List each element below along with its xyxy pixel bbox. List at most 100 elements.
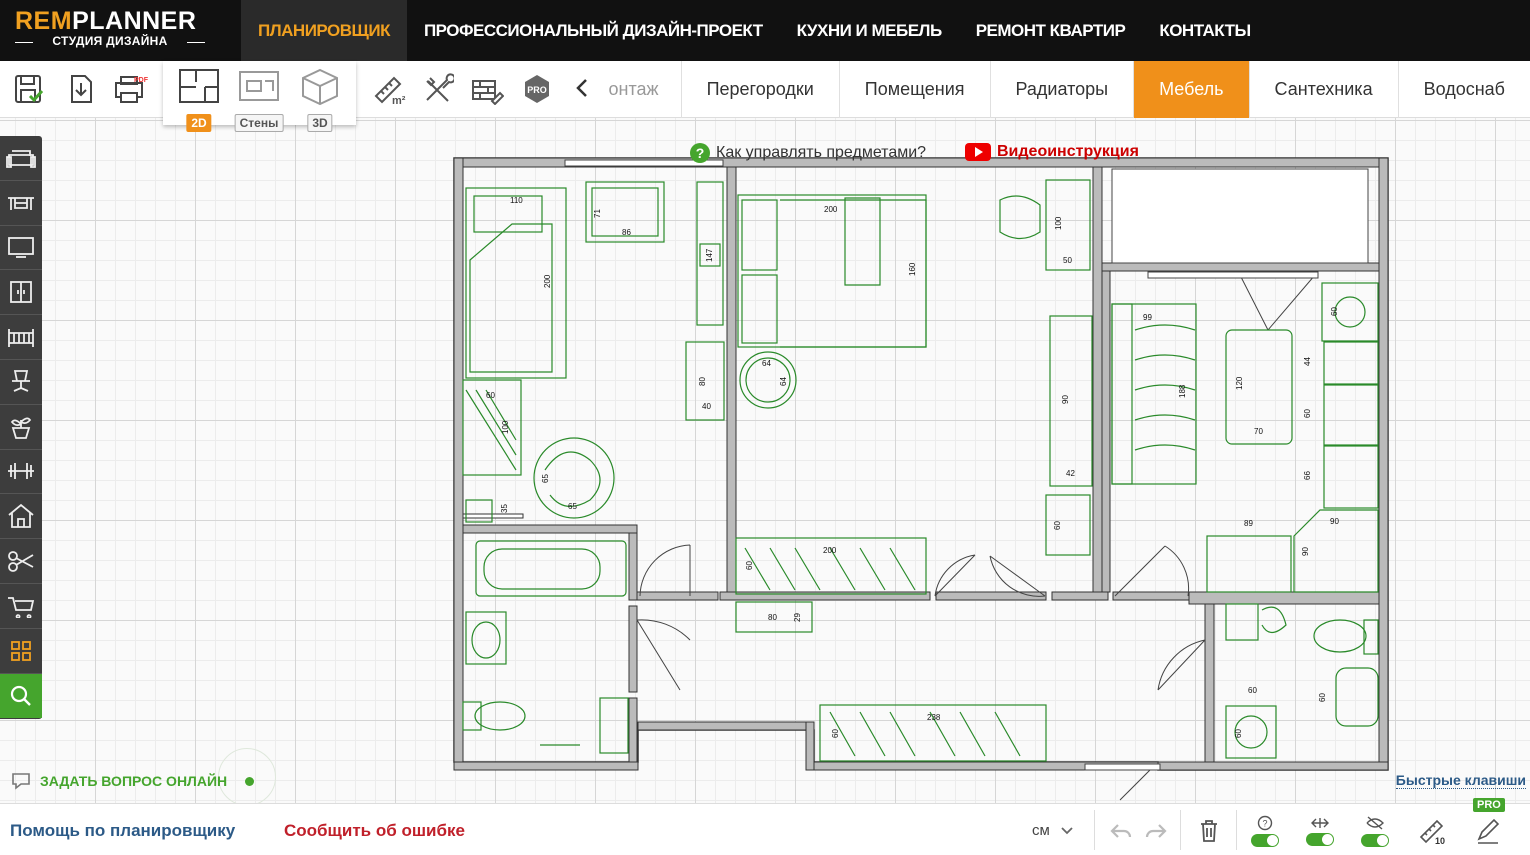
- sidebar-item-shop[interactable]: [0, 584, 42, 629]
- walls-icon: [239, 71, 279, 101]
- dim-label: 60: [486, 391, 495, 400]
- delete-button[interactable]: [1189, 812, 1229, 850]
- hints-switch[interactable]: [1251, 834, 1279, 847]
- undo-button[interactable]: [1101, 812, 1141, 850]
- dim-label: 60: [1053, 521, 1062, 530]
- dim-label: 80: [698, 377, 707, 386]
- online-status-dot: [245, 776, 255, 786]
- dim-label: 65: [568, 502, 577, 511]
- cart-icon: [8, 596, 35, 618]
- sidebar-item-tv[interactable]: [0, 226, 42, 271]
- windows: [564, 159, 1369, 771]
- planner-help-link[interactable]: Помощь по планировщику: [10, 821, 235, 841]
- redo-icon: [1145, 824, 1167, 838]
- wardrobe-icon: [10, 281, 32, 304]
- sidebar-item-exterior[interactable]: [0, 494, 42, 540]
- youtube-icon: [965, 143, 991, 161]
- app-root: REMPLANNER СТУДИЯ ДИЗАЙНА ПЛАНИРОВЩИК ПР…: [0, 0, 1530, 855]
- dim-label: 60: [1318, 693, 1327, 702]
- visibility-switch[interactable]: [1361, 834, 1389, 847]
- dim-label: 71: [593, 209, 602, 218]
- dim-label: 40: [702, 402, 711, 411]
- sidebar-item-cribs[interactable]: [0, 315, 42, 360]
- dim-label: 99: [1143, 313, 1152, 322]
- video-instruction-label: Видеоинструкция: [997, 143, 1139, 160]
- sidebar-item-wardrobes[interactable]: [0, 270, 42, 316]
- sidebar-item-sports[interactable]: [0, 450, 42, 495]
- dim-label: 60: [831, 729, 840, 738]
- arrows-horizontal-icon: [1311, 818, 1329, 828]
- table-icon: [8, 196, 34, 210]
- dim-label: 90: [1330, 517, 1339, 526]
- visibility-toggle[interactable]: [1355, 812, 1395, 850]
- dim-label: 200: [543, 274, 552, 288]
- dim-label: 110: [510, 196, 523, 205]
- plant-icon: [10, 417, 32, 439]
- dim-label: 80: [768, 613, 777, 622]
- help-how-to-manage-label: Как управлять предметами?: [716, 144, 927, 161]
- view-2d-label: 2D: [186, 114, 212, 132]
- view-walls-button[interactable]: Стены: [234, 67, 284, 132]
- eye-off-icon: [1366, 816, 1384, 830]
- ask-online-button[interactable]: ЗАДАТЬ ВОПРОС ОНЛАЙН: [10, 771, 255, 791]
- svg-text:?: ?: [1262, 819, 1267, 829]
- tv-icon: [8, 237, 34, 259]
- sidebar-item-tools[interactable]: [0, 539, 42, 584]
- view-2d-button[interactable]: 2D: [175, 67, 223, 132]
- trash-icon: [1201, 820, 1217, 842]
- pro-badge: PRO: [1473, 798, 1505, 812]
- crib-icon: [8, 329, 34, 348]
- dim-label: 100: [501, 420, 510, 434]
- redo-button[interactable]: [1136, 812, 1176, 850]
- dim-label: 70: [1254, 427, 1263, 436]
- dim-label: 64: [779, 377, 788, 386]
- units-value: см: [1032, 822, 1050, 839]
- sidebar-item-search[interactable]: [0, 673, 42, 719]
- view-mode-group: 2D Стены 3D: [163, 61, 356, 132]
- dim-label: 60: [1303, 409, 1312, 418]
- dim-label: 35: [500, 504, 509, 513]
- hints-toggle[interactable]: ?: [1245, 812, 1285, 850]
- divider: [1180, 810, 1181, 850]
- measure-button[interactable]: 10: [1412, 812, 1452, 850]
- dim-label: 29: [793, 613, 802, 622]
- dim-label: 90: [1061, 395, 1070, 404]
- search-icon: [10, 685, 31, 706]
- question-circle-icon: ?: [1257, 815, 1273, 831]
- units-select[interactable]: см: [1032, 822, 1074, 839]
- chevron-left-icon: [576, 79, 587, 97]
- dim-label: 100: [1054, 216, 1063, 230]
- sidebar-item-chairs[interactable]: [0, 360, 42, 405]
- video-instruction-link[interactable]: Видеоинструкция: [965, 143, 1139, 161]
- chat-icon: [12, 773, 30, 790]
- ruler-icon: 10: [1419, 819, 1445, 845]
- dim-label: 65: [541, 474, 550, 483]
- house-icon: [8, 504, 34, 529]
- plan-2d-icon: [179, 69, 219, 103]
- sidebar-item-all[interactable]: [0, 629, 42, 674]
- view-3d-button[interactable]: 3D: [296, 67, 344, 132]
- dim-label: 200: [823, 546, 837, 555]
- pencil-icon: [1477, 818, 1500, 844]
- sidebar-item-tables[interactable]: [0, 181, 42, 226]
- dim-label: 42: [1066, 469, 1075, 478]
- help-how-to-manage[interactable]: ? Как управлять предметами?: [690, 143, 926, 163]
- grid-icon: [11, 640, 31, 661]
- dim-label: 60: [745, 561, 754, 570]
- report-error-link[interactable]: Сообщить об ошибке: [284, 821, 465, 841]
- hotkeys-link[interactable]: Быстрые клавиши: [1395, 772, 1526, 789]
- sidebar-item-plants[interactable]: [0, 405, 42, 450]
- dimensions-toggle[interactable]: [1300, 812, 1340, 850]
- dim-label: 64: [762, 359, 771, 368]
- dim-label: 50: [1063, 256, 1072, 265]
- view-walls-label: Стены: [234, 114, 284, 132]
- pro-draw-button[interactable]: [1468, 812, 1508, 850]
- floor-plan[interactable]: 110 200 71 86 147 200 160 100 50 64 64 8…: [0, 0, 1530, 855]
- dimensions-switch[interactable]: [1306, 833, 1334, 846]
- tabs-prev-arrow[interactable]: [575, 77, 589, 105]
- dim-label: 200: [824, 205, 838, 214]
- dim-label: 188: [1178, 384, 1187, 398]
- divider: [1236, 810, 1237, 850]
- sidebar-item-sofas[interactable]: [0, 136, 42, 181]
- catalog-sidebar: [0, 136, 42, 719]
